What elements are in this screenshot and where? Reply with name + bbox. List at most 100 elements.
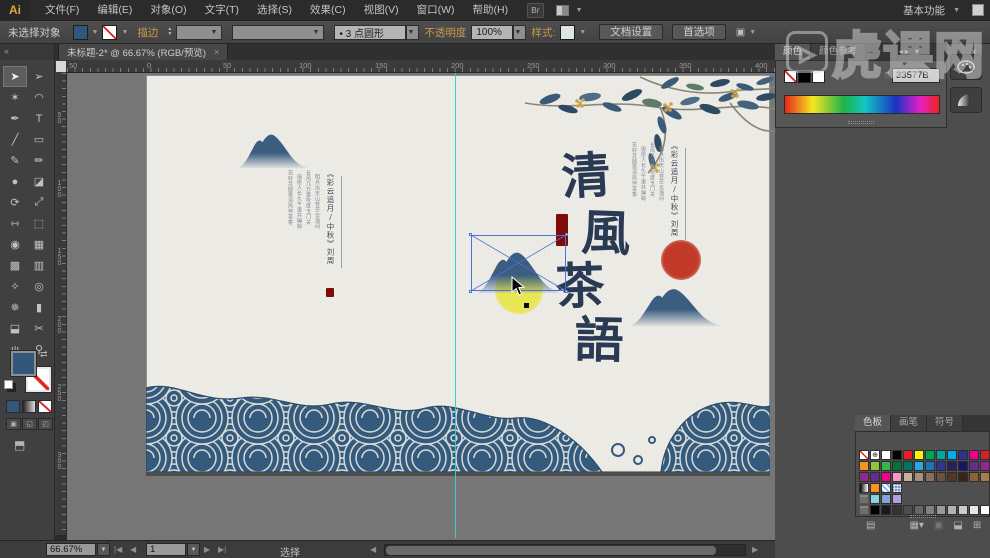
swatch[interactable] <box>870 461 880 471</box>
opacity-link[interactable]: 不透明度 <box>424 25 466 40</box>
menu-item-4[interactable]: 选择(S) <box>248 0 301 21</box>
swatch[interactable] <box>980 505 990 515</box>
blob-brush-tool[interactable]: ● <box>3 171 27 192</box>
swatch[interactable] <box>892 461 902 471</box>
swatch[interactable] <box>925 505 935 515</box>
swatch[interactable] <box>881 505 891 515</box>
menu-item-1[interactable]: 编辑(E) <box>88 0 141 21</box>
menu-item-0[interactable]: 文件(F) <box>36 0 88 21</box>
panel-resize-gripper[interactable] <box>910 515 936 518</box>
scroll-left-icon[interactable]: ◀ <box>370 545 376 554</box>
selection-handle[interactable] <box>469 233 472 236</box>
swatch[interactable] <box>881 450 891 460</box>
new-swatch-icon[interactable]: ⊞ <box>973 520 981 531</box>
menu-item-8[interactable]: 帮助(H) <box>464 0 518 21</box>
selection-handle[interactable] <box>469 290 472 293</box>
close-icon[interactable]: × <box>214 47 219 57</box>
free-transform-tool[interactable]: ⬚ <box>27 213 51 234</box>
swatch[interactable] <box>947 461 957 471</box>
black-swatch[interactable] <box>798 70 811 83</box>
swatch[interactable] <box>892 472 902 482</box>
hex-value-field[interactable]: 33577B <box>892 68 940 83</box>
registration-swatch[interactable]: ⊕ <box>870 450 880 460</box>
stroke-weight-stepper[interactable]: ▲▼ <box>165 25 174 40</box>
swatch[interactable] <box>914 450 924 460</box>
scroll-right-icon[interactable]: ▶ <box>752 545 758 554</box>
none-swatch[interactable] <box>784 70 797 83</box>
swatch[interactable] <box>958 505 968 515</box>
stroke-link[interactable]: 描边 <box>137 25 158 40</box>
swatch[interactable] <box>936 505 946 515</box>
pencil-tool[interactable]: ✏ <box>27 150 51 171</box>
panel-collapse-icons[interactable]: ◂▸ ▾ <box>899 47 921 56</box>
draw-inside-icon[interactable]: ◰ <box>38 418 53 430</box>
swatch[interactable] <box>859 461 869 471</box>
center-guide-line[interactable] <box>455 73 456 538</box>
swatch[interactable] <box>947 472 957 482</box>
horizontal-scrollbar[interactable] <box>384 544 746 556</box>
new-group-folder-icon[interactable]: ⬓ <box>953 520 962 531</box>
swatch-options-icon[interactable]: ▣ <box>934 520 943 531</box>
draw-normal-icon[interactable]: ▣ <box>6 418 21 430</box>
swatch[interactable] <box>903 450 913 460</box>
bridge-icon[interactable]: Br <box>527 3 544 18</box>
swatch[interactable] <box>936 450 946 460</box>
rotate-tool[interactable]: ⟳ <box>3 192 27 213</box>
swatch[interactable] <box>947 505 957 515</box>
tab-swatches-1[interactable]: 画笔 <box>891 415 927 431</box>
menu-item-2[interactable]: 对象(O) <box>141 0 195 21</box>
direct-selection-tool[interactable]: ➢ <box>27 66 51 87</box>
swatch[interactable] <box>947 450 957 460</box>
chevron-down-icon[interactable]: ▼ <box>579 29 586 36</box>
swatch[interactable] <box>914 461 924 471</box>
stroke-color-swatch[interactable] <box>102 25 117 40</box>
swatch[interactable] <box>914 505 924 515</box>
swatch[interactable] <box>980 472 990 482</box>
swatch[interactable] <box>925 461 935 471</box>
next-artboard-icon[interactable]: ▶ <box>204 545 210 554</box>
slice-tool[interactable]: ✂ <box>27 318 51 339</box>
type-tool[interactable]: T <box>27 108 51 129</box>
color-button[interactable] <box>6 400 20 413</box>
swatch[interactable] <box>892 494 902 504</box>
horizontal-ruler[interactable]: 50050100150200250300350400 <box>67 60 775 73</box>
swatch[interactable] <box>980 461 990 471</box>
swatch[interactable] <box>881 472 891 482</box>
zoom-dropdown-caret[interactable]: ▼ <box>97 543 110 556</box>
ruler-origin-box[interactable] <box>55 60 67 73</box>
swatch-group-folder[interactable] <box>859 505 869 515</box>
opacity-caret[interactable]: ▼ <box>513 25 526 40</box>
paintbrush-tool[interactable]: ✎ <box>3 150 27 171</box>
brush-definition-caret[interactable]: ▼ <box>406 25 419 40</box>
white-swatch[interactable] <box>812 70 825 83</box>
swatch[interactable] <box>892 505 902 515</box>
swatch-group-folder[interactable] <box>859 494 869 504</box>
draw-behind-icon[interactable]: ◱ <box>22 418 37 430</box>
magic-wand-tool[interactable]: ✶ <box>3 87 27 108</box>
canvas-area[interactable]: 《彩云追月/中秋》刘周 明月出天山苍茫云海间长风几万里吹度玉门关但愿人长久千里共… <box>67 73 775 540</box>
gradient-panel-icon[interactable] <box>950 87 982 113</box>
swatch[interactable] <box>859 483 869 493</box>
swatch[interactable] <box>969 505 979 515</box>
swatch[interactable] <box>969 472 979 482</box>
brush-definition-field[interactable]: • 3 点圆形 <box>334 25 406 40</box>
fill-color-swatch[interactable] <box>73 25 88 40</box>
scale-tool[interactable]: ⤢ <box>27 192 51 213</box>
menu-item-6[interactable]: 视图(V) <box>355 0 408 21</box>
gradient-tool[interactable]: ▥ <box>27 255 51 276</box>
swatch[interactable] <box>925 450 935 460</box>
swatch[interactable] <box>903 505 913 515</box>
swatch[interactable] <box>936 461 946 471</box>
swatch[interactable] <box>859 450 869 460</box>
variable-width-dropdown[interactable]: ▼ <box>232 25 324 40</box>
blend-tool[interactable]: ◎ <box>27 276 51 297</box>
swatch[interactable] <box>892 450 902 460</box>
menu-item-5[interactable]: 效果(C) <box>301 0 355 21</box>
touch-panel-icon[interactable]: ▣ <box>736 27 745 38</box>
line-segment-tool[interactable]: ╱ <box>3 129 27 150</box>
swatch[interactable] <box>958 472 968 482</box>
swatch[interactable] <box>881 494 891 504</box>
lasso-tool[interactable]: ◠ <box>27 87 51 108</box>
swatch[interactable] <box>903 461 913 471</box>
panel-resize-gripper[interactable] <box>848 121 874 124</box>
